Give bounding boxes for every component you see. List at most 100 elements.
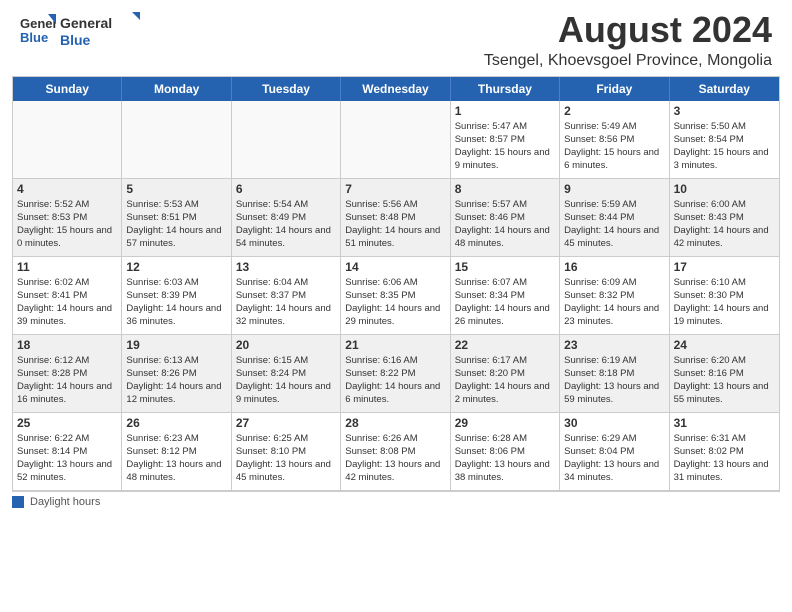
day-info: Sunrise: 6:03 AM Sunset: 8:39 PM Dayligh… — [126, 276, 226, 329]
cal-cell: 10 Sunrise: 6:00 AM Sunset: 8:43 PM Dayli… — [670, 179, 779, 257]
cal-cell — [232, 101, 341, 179]
day-number: 18 — [17, 338, 117, 352]
day-number: 31 — [674, 416, 775, 430]
day-number: 4 — [17, 182, 117, 196]
day-info: Sunrise: 6:26 AM Sunset: 8:08 PM Dayligh… — [345, 432, 445, 485]
calendar-header: Sunday Monday Tuesday Wednesday Thursday… — [13, 77, 779, 101]
cal-cell: 29Sunrise: 6:28 AM Sunset: 8:06 PM Dayli… — [451, 413, 560, 491]
cal-cell: 17 Sunrise: 6:10 AM Sunset: 8:30 PM Dayli… — [670, 257, 779, 335]
cal-cell: 11 Sunrise: 6:02 AM Sunset: 8:41 PM Dayli… — [13, 257, 122, 335]
day-number: 22 — [455, 338, 555, 352]
day-info: Sunrise: 5:52 AM Sunset: 8:53 PM Dayligh… — [17, 198, 117, 251]
day-info: Sunrise: 6:10 AM Sunset: 8:30 PM Dayligh… — [674, 276, 775, 329]
day-info: Sunrise: 6:13 AM Sunset: 8:26 PM Dayligh… — [126, 354, 226, 407]
day-info: Sunrise: 5:56 AM Sunset: 8:48 PM Dayligh… — [345, 198, 445, 251]
day-number: 14 — [345, 260, 445, 274]
day-number: 15 — [455, 260, 555, 274]
day-info: Sunrise: 6:25 AM Sunset: 8:10 PM Dayligh… — [236, 432, 336, 485]
month-title: August 2024 — [484, 10, 772, 50]
cal-cell: 14 Sunrise: 6:06 AM Sunset: 8:35 PM Dayli… — [341, 257, 450, 335]
day-info: Sunrise: 5:47 AM Sunset: 8:57 PM Dayligh… — [455, 120, 555, 173]
day-info: Sunrise: 5:57 AM Sunset: 8:46 PM Dayligh… — [455, 198, 555, 251]
day-info: Sunrise: 6:31 AM Sunset: 8:02 PM Dayligh… — [674, 432, 775, 485]
footer: Daylight hours — [12, 496, 780, 508]
cal-cell: 22Sunrise: 6:17 AM Sunset: 8:20 PM Dayli… — [451, 335, 560, 413]
day-number: 1 — [455, 104, 555, 118]
day-number: 26 — [126, 416, 226, 430]
day-info: Sunrise: 6:29 AM Sunset: 8:04 PM Dayligh… — [564, 432, 664, 485]
day-info: Sunrise: 5:50 AM Sunset: 8:54 PM Dayligh… — [674, 120, 775, 173]
header-thursday: Thursday — [451, 77, 560, 101]
day-info: Sunrise: 6:20 AM Sunset: 8:16 PM Dayligh… — [674, 354, 775, 407]
logo-icon: General Blue — [20, 12, 56, 48]
day-number: 27 — [236, 416, 336, 430]
cal-cell: 18 Sunrise: 6:12 AM Sunset: 8:28 PM Dayli… — [13, 335, 122, 413]
day-number: 19 — [126, 338, 226, 352]
day-info: Sunrise: 6:00 AM Sunset: 8:43 PM Dayligh… — [674, 198, 775, 251]
day-info: Sunrise: 6:19 AM Sunset: 8:18 PM Dayligh… — [564, 354, 664, 407]
day-number: 5 — [126, 182, 226, 196]
day-number: 16 — [564, 260, 664, 274]
cal-cell: 25Sunrise: 6:22 AM Sunset: 8:14 PM Dayli… — [13, 413, 122, 491]
header-friday: Friday — [560, 77, 669, 101]
day-number: 20 — [236, 338, 336, 352]
day-number: 11 — [17, 260, 117, 274]
day-info: Sunrise: 6:28 AM Sunset: 8:06 PM Dayligh… — [455, 432, 555, 485]
cal-cell: 5 Sunrise: 5:53 AM Sunset: 8:51 PM Daylig… — [122, 179, 231, 257]
cal-cell: 13Sunrise: 6:04 AM Sunset: 8:37 PM Dayli… — [232, 257, 341, 335]
day-info: Sunrise: 6:23 AM Sunset: 8:12 PM Dayligh… — [126, 432, 226, 485]
day-number: 6 — [236, 182, 336, 196]
header-monday: Monday — [122, 77, 231, 101]
day-info: Sunrise: 6:09 AM Sunset: 8:32 PM Dayligh… — [564, 276, 664, 329]
logo-text-icon: General Blue — [60, 10, 140, 50]
day-info: Sunrise: 5:49 AM Sunset: 8:56 PM Dayligh… — [564, 120, 664, 173]
cal-cell: 28 Sunrise: 6:26 AM Sunset: 8:08 PM Dayli… — [341, 413, 450, 491]
day-number: 17 — [674, 260, 775, 274]
svg-text:General: General — [60, 15, 112, 31]
cal-cell: 6 Sunrise: 5:54 AM Sunset: 8:49 PM Daylig… — [232, 179, 341, 257]
cal-cell: 8 Sunrise: 5:57 AM Sunset: 8:46 PM Daylig… — [451, 179, 560, 257]
day-info: Sunrise: 6:12 AM Sunset: 8:28 PM Dayligh… — [17, 354, 117, 407]
cal-cell: 12 Sunrise: 6:03 AM Sunset: 8:39 PM Dayli… — [122, 257, 231, 335]
location-title: Tsengel, Khoevsgoel Province, Mongolia — [484, 52, 772, 70]
header-wednesday: Wednesday — [341, 77, 450, 101]
cal-cell: 19 Sunrise: 6:13 AM Sunset: 8:26 PM Dayli… — [122, 335, 231, 413]
cal-cell: 15 Sunrise: 6:07 AM Sunset: 8:34 PM Dayli… — [451, 257, 560, 335]
logo: General Blue General Blue — [20, 10, 140, 55]
cal-cell: 9Sunrise: 5:59 AM Sunset: 8:44 PM Daylig… — [560, 179, 669, 257]
day-number: 3 — [674, 104, 775, 118]
day-number: 30 — [564, 416, 664, 430]
cal-cell: 27 Sunrise: 6:25 AM Sunset: 8:10 PM Dayli… — [232, 413, 341, 491]
day-number: 2 — [564, 104, 664, 118]
day-info: Sunrise: 5:53 AM Sunset: 8:51 PM Dayligh… — [126, 198, 226, 251]
day-info: Sunrise: 6:16 AM Sunset: 8:22 PM Dayligh… — [345, 354, 445, 407]
day-number: 12 — [126, 260, 226, 274]
cal-cell: 20Sunrise: 6:15 AM Sunset: 8:24 PM Dayli… — [232, 335, 341, 413]
day-number: 8 — [455, 182, 555, 196]
day-info: Sunrise: 6:02 AM Sunset: 8:41 PM Dayligh… — [17, 276, 117, 329]
svg-text:General: General — [20, 16, 56, 31]
cal-cell: 31 Sunrise: 6:31 AM Sunset: 8:02 PM Dayli… — [670, 413, 779, 491]
cal-cell — [341, 101, 450, 179]
header-tuesday: Tuesday — [232, 77, 341, 101]
cal-cell: 24Sunrise: 6:20 AM Sunset: 8:16 PM Dayli… — [670, 335, 779, 413]
cal-cell: 26 Sunrise: 6:23 AM Sunset: 8:12 PM Dayli… — [122, 413, 231, 491]
day-number: 28 — [345, 416, 445, 430]
header-sunday: Sunday — [13, 77, 122, 101]
cal-cell: 16 Sunrise: 6:09 AM Sunset: 8:32 PM Dayli… — [560, 257, 669, 335]
page-container: General Blue General Blue August 2024 Ts… — [0, 0, 792, 508]
day-number: 21 — [345, 338, 445, 352]
svg-text:Blue: Blue — [20, 30, 48, 45]
cal-cell: 7Sunrise: 5:56 AM Sunset: 8:48 PM Daylig… — [341, 179, 450, 257]
day-info: Sunrise: 6:22 AM Sunset: 8:14 PM Dayligh… — [17, 432, 117, 485]
cal-cell: 2 Sunrise: 5:49 AM Sunset: 8:56 PM Daylig… — [560, 101, 669, 179]
day-info: Sunrise: 6:06 AM Sunset: 8:35 PM Dayligh… — [345, 276, 445, 329]
title-block: August 2024 Tsengel, Khoevsgoel Province… — [484, 10, 772, 70]
day-number: 10 — [674, 182, 775, 196]
day-info: Sunrise: 5:59 AM Sunset: 8:44 PM Dayligh… — [564, 198, 664, 251]
cal-cell: 3 Sunrise: 5:50 AM Sunset: 8:54 PM Daylig… — [670, 101, 779, 179]
cal-cell: 21 Sunrise: 6:16 AM Sunset: 8:22 PM Dayli… — [341, 335, 450, 413]
day-info: Sunrise: 5:54 AM Sunset: 8:49 PM Dayligh… — [236, 198, 336, 251]
day-info: Sunrise: 6:07 AM Sunset: 8:34 PM Dayligh… — [455, 276, 555, 329]
footer-label: Daylight hours — [30, 496, 100, 508]
